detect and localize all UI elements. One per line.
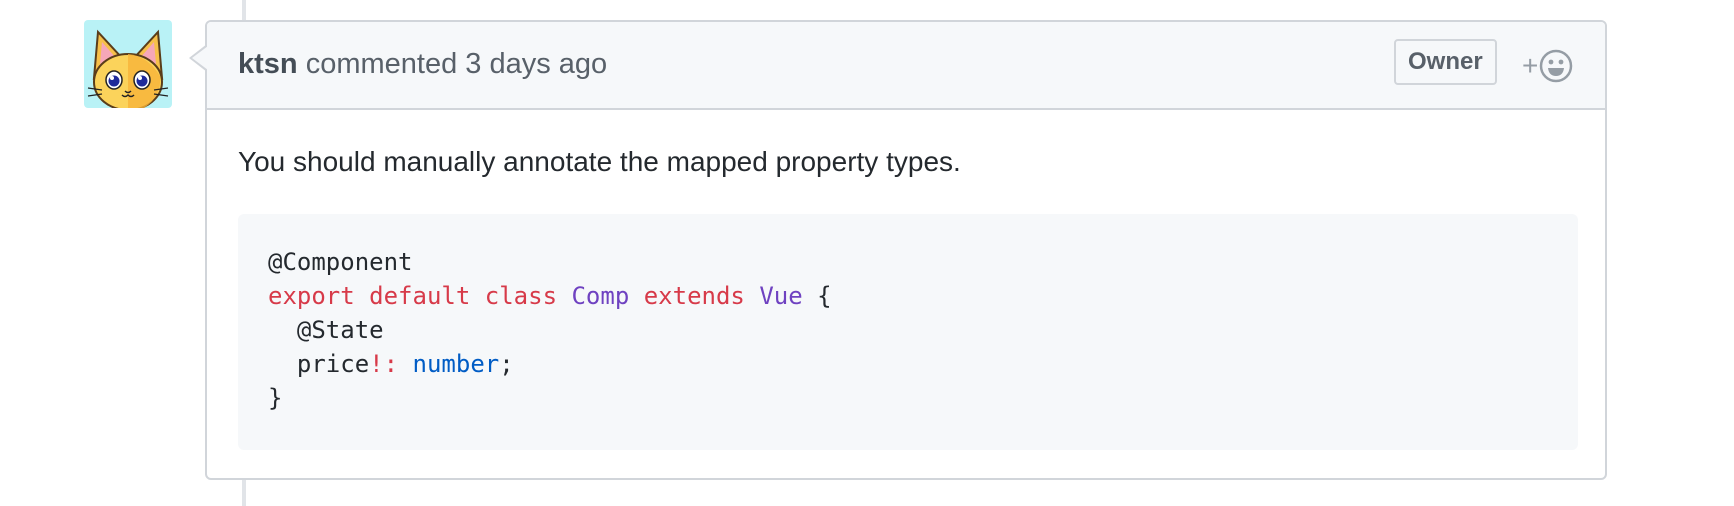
code-line-2: export default class Comp extends Vue {: [268, 279, 1548, 313]
code-operator: !:: [369, 350, 399, 378]
add-reaction-button[interactable]: +: [1522, 46, 1573, 86]
code-line-5: }: [268, 381, 1548, 415]
code-keyword-default: default: [369, 282, 471, 310]
code-keyword-extends: extends: [643, 282, 745, 310]
comment-box: ktsn commented 3 days ago Owner + You sh…: [189, 20, 1607, 480]
owner-badge: Owner: [1394, 39, 1497, 85]
code-base-class: Vue: [759, 282, 803, 310]
code-class-name: Comp: [571, 282, 630, 310]
comment-header: ktsn commented 3 days ago Owner +: [207, 22, 1605, 110]
code-decorator-component: @Component: [268, 248, 413, 276]
code-brace-open: {: [817, 282, 832, 310]
comment-body-text: You should manually annotate the mapped …: [238, 146, 961, 177]
code-property: price: [296, 350, 370, 378]
timeline-line-bottom: [242, 480, 246, 506]
avatar[interactable]: [84, 20, 172, 108]
code-brace-close: }: [268, 384, 283, 412]
code-semicolon: ;: [499, 350, 514, 378]
comment-caret-fill: [192, 46, 208, 70]
timeline-line-top: [242, 0, 246, 20]
plus-sign: +: [1522, 50, 1539, 81]
code-type: number: [412, 350, 500, 378]
cat-avatar-icon: [87, 29, 169, 108]
comment-action: commented: [305, 48, 458, 80]
smiley-icon: [1540, 49, 1573, 83]
code-decorator-state: @State: [296, 316, 384, 344]
code-line-3: @State: [268, 313, 1548, 347]
code-block: @Component export default class Comp exte…: [238, 214, 1578, 450]
code-line-1: @Component: [268, 245, 1548, 279]
code-keyword-export: export: [268, 282, 355, 310]
comment-author[interactable]: ktsn: [238, 48, 298, 80]
code-line-4: price!: number;: [268, 347, 1548, 381]
code-keyword-class: class: [484, 282, 558, 310]
comment-header-text: ktsn commented 3 days ago: [238, 48, 607, 81]
comment-timestamp[interactable]: 3 days ago: [465, 48, 607, 80]
